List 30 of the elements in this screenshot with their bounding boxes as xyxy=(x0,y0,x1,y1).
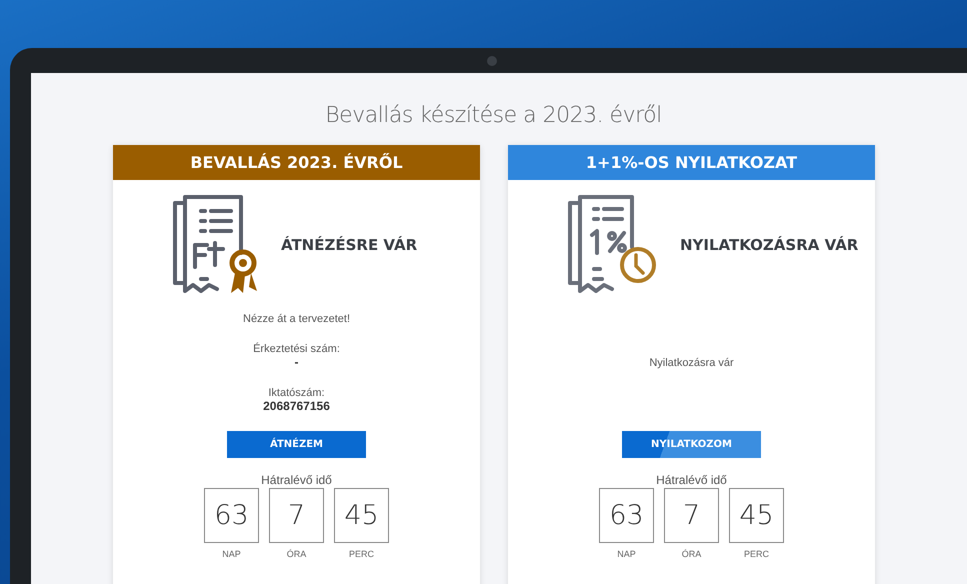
countdown-unit: NAP xyxy=(222,549,241,559)
field-label: Iktatószám: xyxy=(268,387,325,399)
status-message: Nézze át a tervezetet! xyxy=(243,313,350,325)
countdown-value: 63 xyxy=(599,488,654,543)
receipt-ribbon-icon xyxy=(171,195,259,295)
countdown-value: 7 xyxy=(269,488,324,543)
countdown-unit: ÓRA xyxy=(682,549,702,559)
page-title: Bevallás készítése a 2023. évről xyxy=(324,102,663,130)
field-label: Érkeztetési szám: xyxy=(253,343,340,355)
field-value: - xyxy=(294,355,298,369)
countdown-unit: PERC xyxy=(744,549,769,559)
camera-icon xyxy=(487,56,497,66)
card-header: 1+1%-OS NYILATKOZAT xyxy=(508,145,875,180)
status-title: NYILATKOZÁSRA VÁR xyxy=(680,236,858,254)
countdown-value: 63 xyxy=(204,488,259,543)
field-value: 2068767156 xyxy=(263,399,330,413)
countdown-value: 7 xyxy=(664,488,719,543)
countdown-value: 45 xyxy=(729,488,784,543)
card-header: BEVALLÁS 2023. ÉVRŐL xyxy=(113,145,480,180)
action-button[interactable]: NYILATKOZOM xyxy=(622,431,761,458)
status-message: Nyilatkozásra vár xyxy=(649,357,734,369)
countdown-unit: NAP xyxy=(617,549,636,559)
action-button[interactable]: ÁTNÉZEM xyxy=(227,431,366,458)
remaining-time-label: Hátralévő idő xyxy=(656,473,727,487)
remaining-time-label: Hátralévő idő xyxy=(261,473,332,487)
receipt-clock-icon xyxy=(566,195,658,295)
countdown-unit: PERC xyxy=(348,549,374,559)
countdown-unit: ÓRA xyxy=(286,549,306,559)
status-title: ÁTNÉZÉSRE VÁR xyxy=(281,236,418,254)
countdown-value: 45 xyxy=(334,488,389,543)
